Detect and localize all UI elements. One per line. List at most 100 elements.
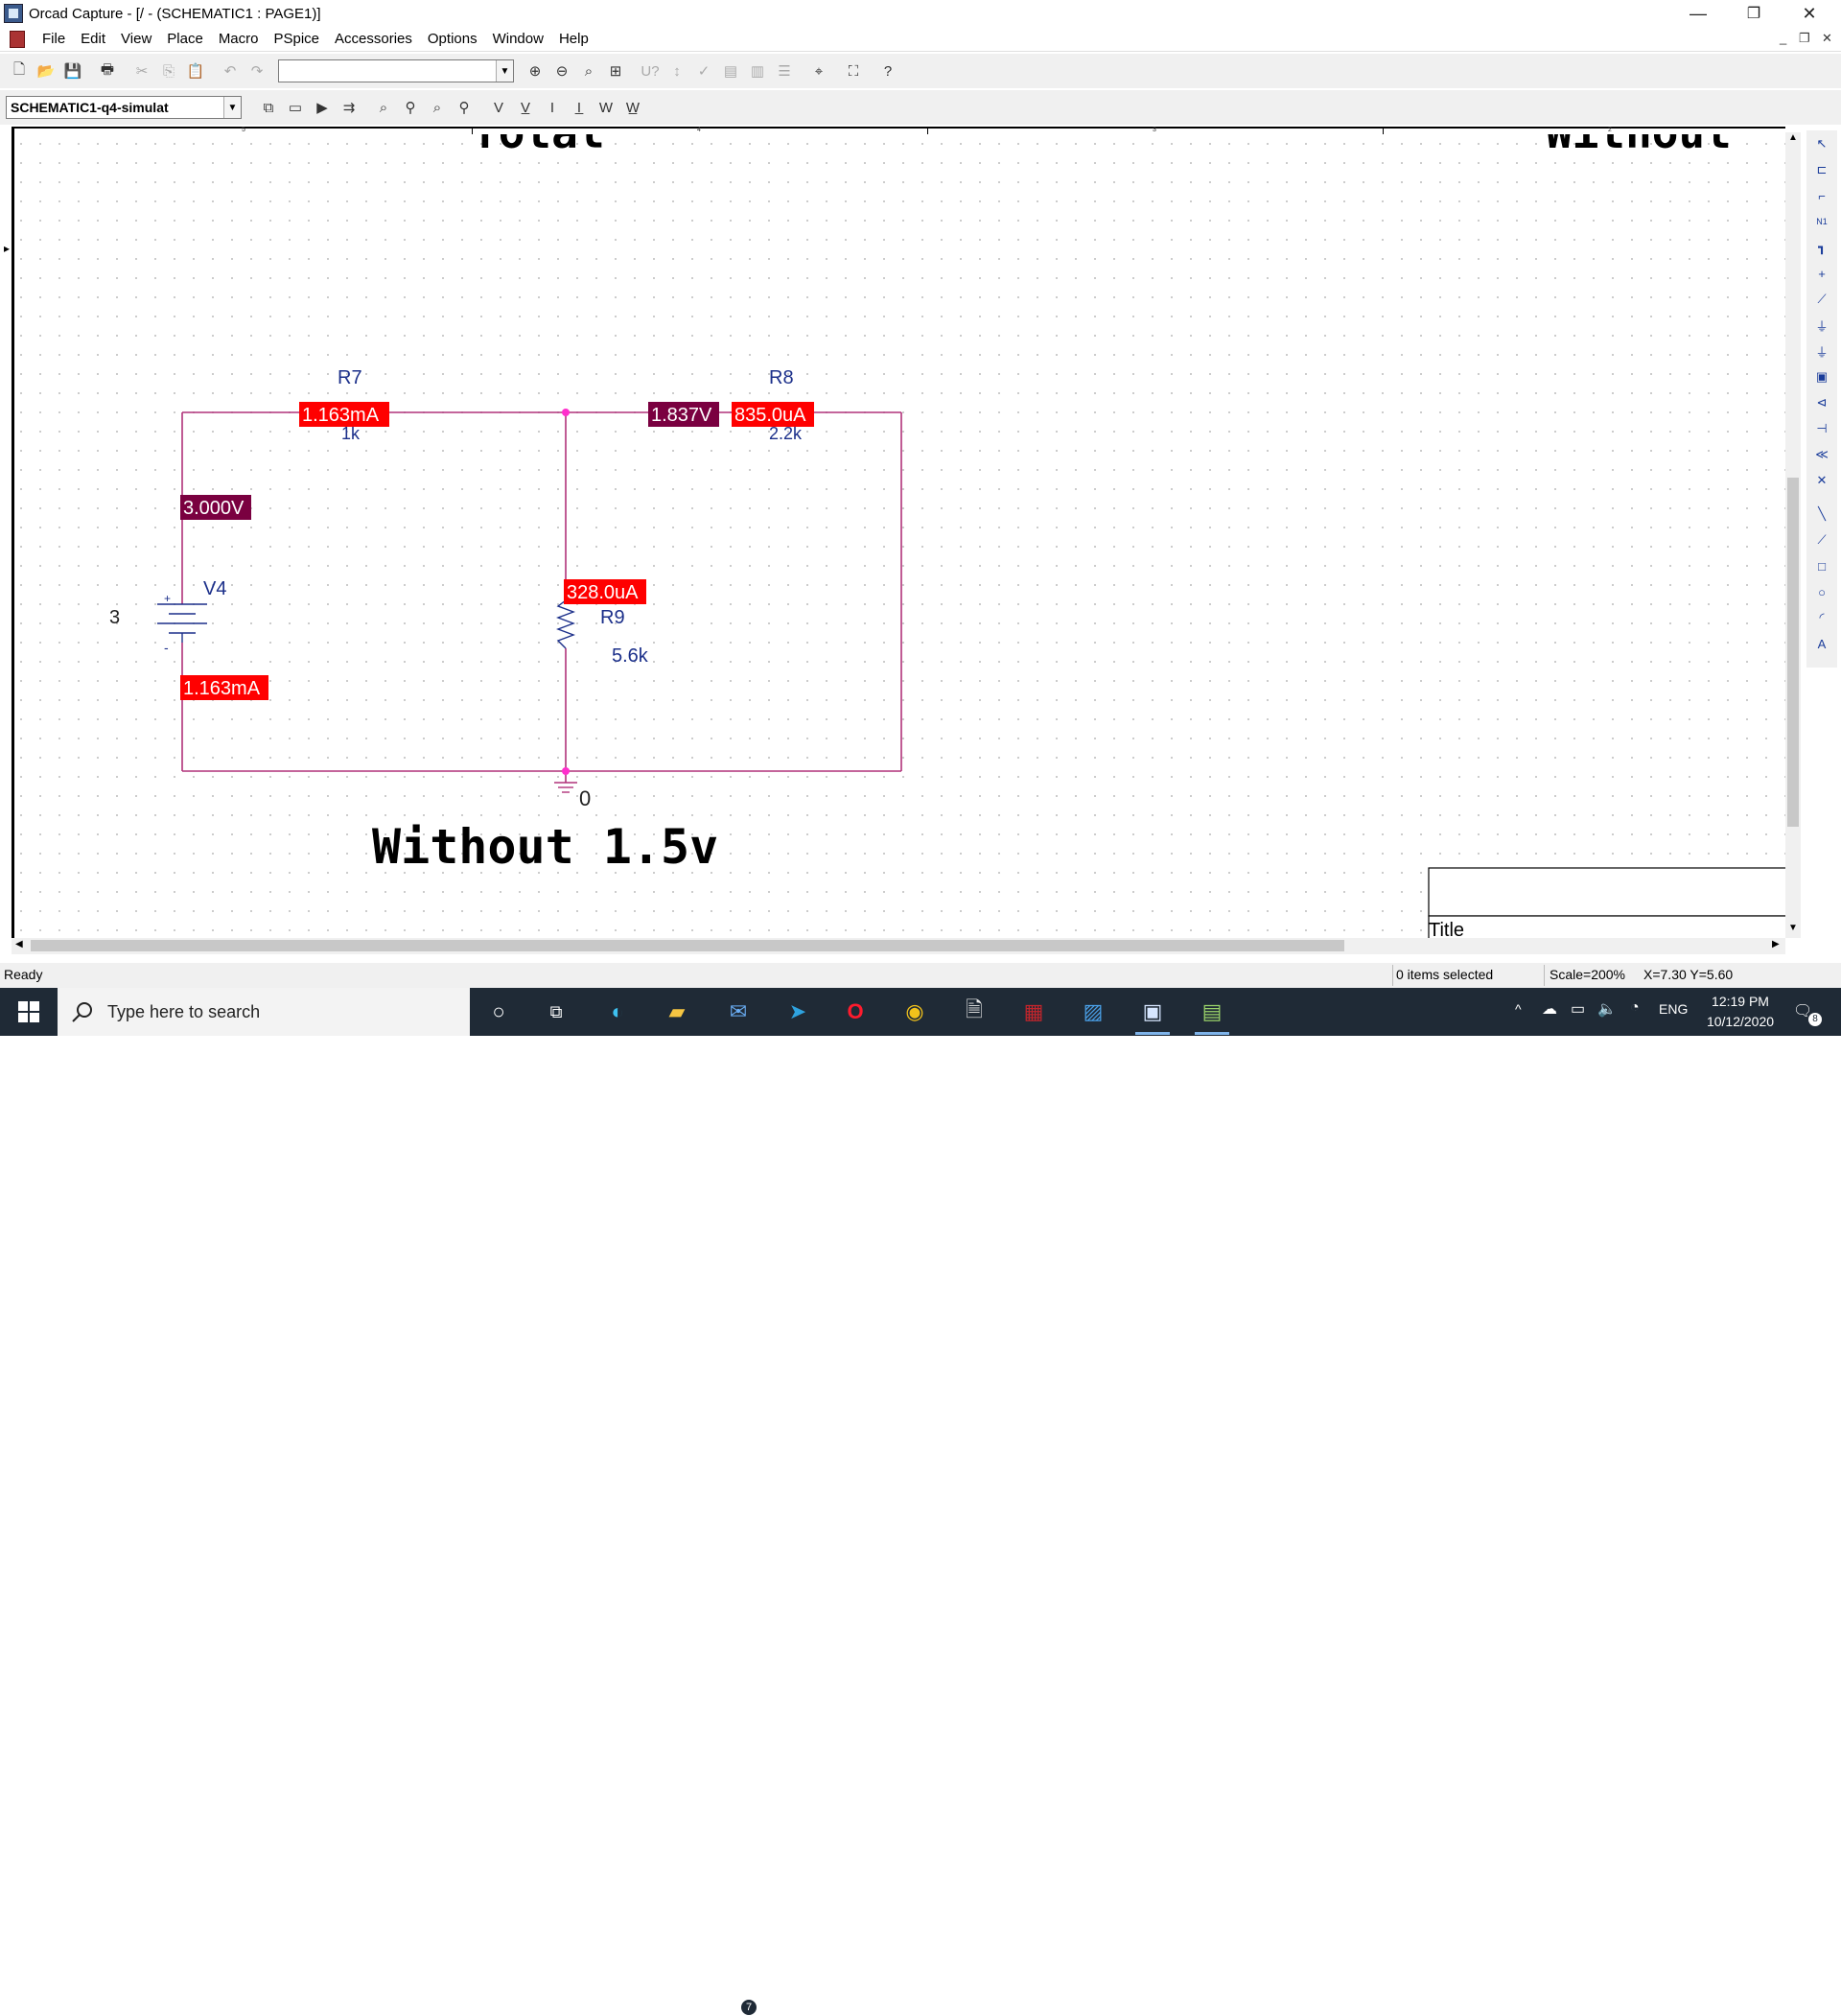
undo-icon[interactable]: ↶ — [218, 59, 243, 83]
mail-icon[interactable]: ✉ — [719, 994, 757, 1030]
place-arc-icon[interactable]: ◜ — [1809, 606, 1834, 629]
opera-browser-icon[interactable]: O — [836, 994, 874, 1030]
r9-current-label[interactable]: 328.0uA — [567, 582, 639, 603]
battery-v4-symbol[interactable] — [157, 603, 207, 643]
wifi-icon[interactable]: ◔ — [1630, 999, 1640, 1017]
place-part-icon[interactable]: ⊏ — [1809, 158, 1834, 181]
taskbar-search-box[interactable]: Type here to search — [58, 988, 470, 1036]
snap-grid-icon[interactable]: ⌖ — [806, 59, 831, 83]
place-bus-entry-icon[interactable]: ⟋ — [1809, 288, 1834, 311]
title-block-top[interactable] — [1428, 867, 1785, 917]
drc-icon[interactable]: ✓ — [691, 59, 716, 83]
vertical-scrollbar[interactable]: ▲ ▼ — [1785, 132, 1801, 938]
toolbar-part-combo[interactable]: ▼ — [278, 59, 514, 82]
task-view-icon[interactable]: ⧉ — [537, 994, 575, 1030]
menu-view[interactable]: View — [113, 31, 159, 47]
place-power-icon[interactable]: ⏚ — [1809, 314, 1834, 337]
menu-macro[interactable]: Macro — [211, 31, 267, 47]
mdi-restore-button[interactable]: ❐ — [1799, 31, 1810, 46]
view-simulation-results-icon[interactable]: ⇉ — [337, 95, 361, 120]
document-icon[interactable] — [10, 30, 25, 48]
r8-ref-label[interactable]: R8 — [769, 367, 794, 388]
source-node-voltage-label[interactable]: 3.000V — [183, 498, 245, 519]
new-icon[interactable]: 🗋 — [7, 59, 32, 83]
place-bus-icon[interactable]: ┓ — [1809, 236, 1834, 259]
paste-icon[interactable]: 📋 — [183, 59, 208, 83]
power-display-icon[interactable]: W̲ — [620, 95, 645, 120]
ground-net-label[interactable]: 0 — [579, 786, 591, 810]
redo-icon[interactable]: ↷ — [245, 59, 269, 83]
pspice-taskbar-icon[interactable]: ▤ — [1193, 994, 1231, 1035]
photos-app-icon[interactable]: ▨ — [1074, 994, 1112, 1030]
copy-icon[interactable]: ⎘ — [156, 59, 181, 83]
chevron-down-icon[interactable]: ▼ — [223, 97, 241, 118]
edge-browser-icon[interactable]: ◐ — [598, 994, 637, 1030]
help-icon[interactable]: ? — [875, 59, 900, 83]
winrar-icon[interactable]: ▦ — [1014, 994, 1053, 1030]
place-net-alias-icon[interactable]: N1 — [1809, 210, 1834, 233]
place-off-page-connector-icon[interactable]: ≪ — [1809, 443, 1834, 466]
annotate-icon[interactable]: U? — [638, 59, 663, 83]
junction-dot[interactable] — [562, 409, 570, 416]
junction-dot[interactable] — [562, 767, 570, 775]
r7-ref-label[interactable]: R7 — [338, 367, 362, 388]
voltage-display-icon[interactable]: V̲ — [513, 95, 538, 120]
menu-place[interactable]: Place — [159, 31, 211, 47]
place-no-connect-icon[interactable]: ✕ — [1809, 469, 1834, 492]
menu-help[interactable]: Help — [551, 31, 596, 47]
file-explorer-icon[interactable]: ▰ — [658, 994, 696, 1030]
select-tool-icon[interactable]: ↖ — [1809, 132, 1834, 155]
place-port-icon[interactable]: ⊲ — [1809, 391, 1834, 414]
r7-current-label[interactable]: 1.163mA — [302, 405, 380, 426]
resistor-r9-symbol[interactable] — [556, 599, 575, 649]
mdi-close-button[interactable]: ✕ — [1822, 31, 1832, 46]
place-text-icon[interactable]: A — [1809, 632, 1834, 655]
bias-current-icon[interactable]: I — [540, 95, 565, 120]
orcad-capture-taskbar-icon[interactable]: ▣ — [1133, 994, 1172, 1035]
v4-ref-label[interactable]: V4 — [203, 578, 226, 599]
taskbar-clock[interactable]: 12:19 PM 10/12/2020 — [1688, 992, 1793, 1032]
r8-current-label[interactable]: 835.0uA — [734, 405, 806, 426]
mdi-minimize-button[interactable]: _ — [1780, 31, 1786, 45]
place-wire-icon[interactable]: ⌐ — [1809, 184, 1834, 207]
document-app-icon[interactable]: 🗎 — [955, 994, 993, 1030]
network-drive-icon[interactable]: ☁ — [1542, 999, 1557, 1019]
current-display-icon[interactable]: I̲ — [567, 95, 592, 120]
place-junction-icon[interactable]: + — [1809, 262, 1834, 285]
current-marker-icon[interactable]: ⌕ — [425, 95, 450, 120]
menu-accessories[interactable]: Accessories — [327, 31, 420, 47]
place-pin-icon[interactable]: ⊣ — [1809, 417, 1834, 440]
place-line-icon[interactable]: ╲ — [1809, 503, 1834, 526]
schematic-canvas[interactable]: Total Without + — [12, 134, 1785, 938]
horizontal-scroll-thumb[interactable] — [31, 940, 1344, 951]
power-marker-icon[interactable]: ⚲ — [452, 95, 477, 120]
scroll-left-icon[interactable]: ◀ — [15, 939, 23, 949]
zoom-out-icon[interactable]: ⊖ — [549, 59, 574, 83]
print-icon[interactable]: 🖶 — [95, 59, 120, 83]
project-manager-icon[interactable]: ⛶ — [841, 59, 866, 83]
zoom-in-icon[interactable]: ⊕ — [523, 59, 548, 83]
r9-value-label[interactable]: 5.6k — [612, 645, 649, 667]
r9-ref-label[interactable]: R9 — [600, 607, 625, 628]
v4-current-label[interactable]: 1.163mA — [183, 678, 261, 699]
start-button[interactable] — [0, 988, 58, 1036]
menu-edit[interactable]: Edit — [73, 31, 113, 47]
scroll-up-icon[interactable]: ▲ — [1788, 132, 1798, 143]
scroll-down-icon[interactable]: ▼ — [1788, 923, 1798, 933]
tray-overflow-chevron-icon[interactable]: ^ — [1515, 1001, 1522, 1017]
ground-symbol[interactable] — [554, 782, 577, 793]
voltage-differential-marker-icon[interactable]: ⚲ — [398, 95, 423, 120]
chrome-browser-icon[interactable]: ◉ — [896, 994, 934, 1030]
edit-simulation-settings-icon[interactable]: ▭ — [283, 95, 308, 120]
close-button[interactable]: ✕ — [1782, 0, 1837, 27]
telegram-icon[interactable]: ➤ — [779, 994, 817, 1030]
save-icon[interactable]: 💾 — [60, 59, 85, 83]
bias-power-icon[interactable]: W — [594, 95, 618, 120]
bom-icon[interactable]: ☰ — [772, 59, 797, 83]
place-ellipse-icon[interactable]: ○ — [1809, 580, 1834, 603]
restore-button[interactable]: ❐ — [1726, 0, 1782, 27]
chevron-down-icon[interactable]: ▼ — [496, 60, 513, 82]
open-icon[interactable]: 📂 — [34, 59, 58, 83]
back-annotate-icon[interactable]: ↕ — [664, 59, 689, 83]
vertical-scroll-thumb[interactable] — [1787, 478, 1799, 827]
